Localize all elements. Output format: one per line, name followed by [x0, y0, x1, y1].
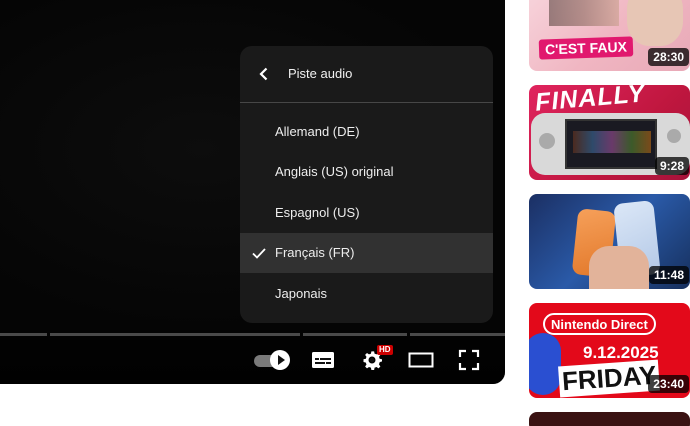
audio-track-menu: Piste audio Allemand (DE) Anglais (US) o…: [240, 46, 493, 323]
recommended-video-thumbnail[interactable]: [529, 412, 690, 426]
audio-track-option-de[interactable]: Allemand (DE): [240, 111, 493, 152]
settings-button[interactable]: HD: [360, 345, 393, 372]
autoplay-toggle[interactable]: [254, 350, 292, 370]
audio-track-list: Allemand (DE) Anglais (US) original Espa…: [240, 111, 493, 314]
face-image: [627, 0, 683, 46]
subtitles-icon: [312, 352, 334, 368]
fullscreen-button[interactable]: [457, 348, 481, 372]
mascot-image: [529, 333, 561, 395]
player-controls: HD: [0, 336, 505, 384]
menu-back-header[interactable]: Piste audio: [240, 46, 493, 103]
chevron-left-icon: [259, 67, 268, 81]
option-label: Japonais: [275, 285, 328, 301]
video-duration: 9:28: [654, 157, 689, 175]
audio-track-option-es[interactable]: Espagnol (US): [240, 192, 493, 233]
audio-track-option-ja[interactable]: Japonais: [240, 273, 493, 314]
thumbnail-text: C'EST FAUX: [538, 36, 634, 60]
video-duration: 28:30: [648, 48, 689, 66]
recommended-video-thumbnail[interactable]: C'EST FAUX 28:30: [529, 0, 690, 71]
fullscreen-icon: [458, 349, 480, 371]
hand-image: [589, 246, 649, 289]
thumbnail-text: FRIDAY: [558, 359, 661, 398]
subtitles-button[interactable]: [311, 348, 335, 372]
hd-badge: HD: [377, 345, 393, 355]
theater-mode-button[interactable]: [408, 348, 434, 372]
video-player[interactable]: HD Piste audio Allemand (DE) Anglais (US…: [0, 0, 505, 384]
audio-track-option-en[interactable]: Anglais (US) original: [240, 152, 493, 193]
option-label: Anglais (US) original: [275, 164, 394, 180]
video-duration: 11:48: [648, 266, 689, 284]
recommended-video-thumbnail[interactable]: Nintendo Direct 9.12.2025 FRIDAY 23:40: [529, 303, 690, 398]
nintendo-direct-logo: Nintendo Direct: [543, 313, 656, 335]
audio-track-option-fr[interactable]: Français (FR): [240, 232, 493, 273]
video-duration: 23:40: [648, 375, 689, 393]
option-label: Français (FR): [275, 245, 355, 261]
play-icon: [270, 350, 290, 370]
recommended-video-thumbnail[interactable]: 11:48: [529, 194, 690, 289]
checkmark-icon: [252, 247, 266, 259]
thumbnail-image: [549, 0, 619, 26]
recommended-video-thumbnail[interactable]: FINALLY 9:28: [529, 85, 690, 180]
page: HD Piste audio Allemand (DE) Anglais (US…: [0, 0, 690, 426]
option-label: Espagnol (US): [275, 204, 360, 220]
menu-title: Piste audio: [288, 66, 353, 81]
theater-icon: [408, 352, 434, 368]
option-label: Allemand (DE): [275, 123, 360, 139]
